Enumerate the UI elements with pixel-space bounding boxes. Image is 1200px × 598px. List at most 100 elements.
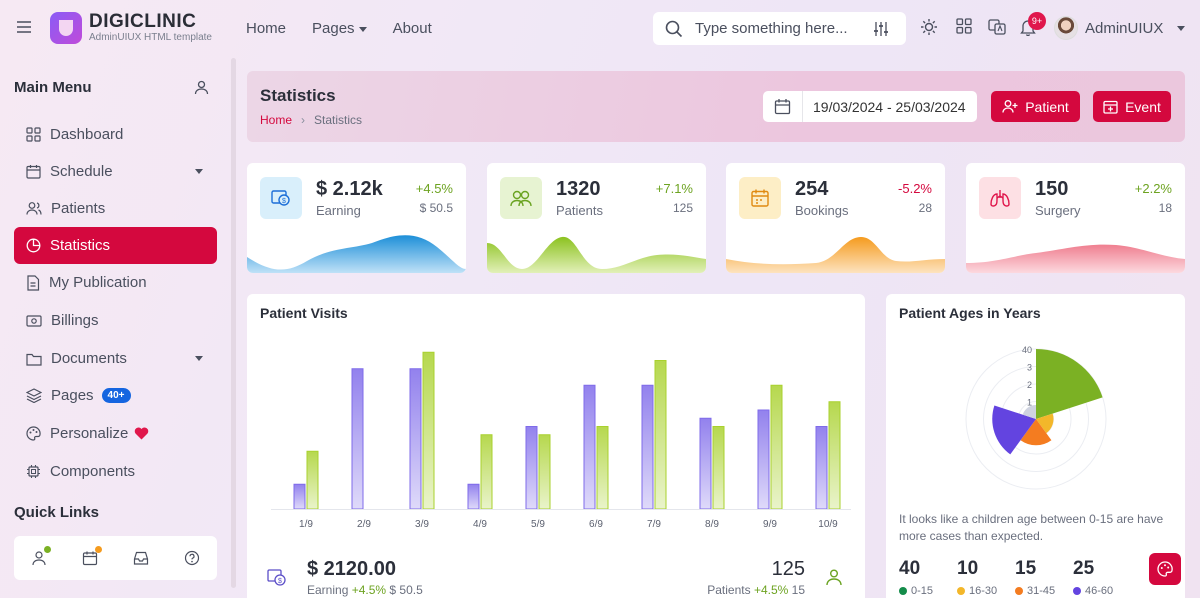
sidebar-item-statistics[interactable]: Statistics (14, 227, 217, 264)
sidebar-item-personalize[interactable]: Personalize (14, 415, 217, 452)
sidebar-item-billings[interactable]: Billings (14, 302, 217, 339)
legend-dot (899, 587, 907, 595)
calendar-icon (739, 177, 781, 219)
grid-icon (26, 127, 41, 142)
main-menu-title: Main Menu (14, 79, 92, 96)
sidebar-item-patients[interactable]: Patients (14, 190, 217, 227)
layers-icon (26, 388, 42, 403)
chevron-down-icon (195, 169, 203, 174)
bar-9-9-series-1[interactable] (757, 409, 770, 510)
top-header: DIGICLINIC AdminUIUX HTML template Home … (0, 0, 1200, 58)
sidebar-scrollbar[interactable] (231, 58, 236, 588)
nav-pages[interactable]: Pages (312, 20, 367, 37)
translate-icon[interactable] (988, 18, 1008, 38)
visits-patients-line: Patients +4.5% 15 (707, 583, 805, 597)
bar-1-9-series-2[interactable] (306, 450, 319, 510)
legend-label: 16-30 (969, 585, 998, 597)
sidebar-item-label: Billings (51, 312, 99, 329)
stat-value: 254 (795, 178, 829, 200)
nav-home[interactable]: Home (246, 20, 286, 37)
bar-5-9-series-2[interactable] (538, 434, 551, 510)
add-event-button[interactable]: Event (1093, 91, 1171, 122)
bar-8-9-series-1[interactable] (699, 417, 712, 510)
date-range-picker[interactable]: 19/03/2024 - 25/03/2024 (763, 91, 977, 122)
bar-3-9-series-1[interactable] (409, 368, 422, 510)
bar-3-9-series-2[interactable] (422, 351, 435, 510)
theme-settings-button[interactable] (1149, 553, 1181, 585)
legend-item: 10 16-30 (957, 558, 1013, 597)
bar-4-9-series-1[interactable] (467, 483, 480, 510)
legend-item: 25 46-60 (1073, 558, 1129, 597)
stat-card-bookings[interactable]: 254 Bookings -5.2% 28 (726, 163, 945, 273)
money-icon: $ (267, 567, 287, 587)
stat-card-patients[interactable]: 1320 Patients +7.1% 125 (487, 163, 706, 273)
user-menu[interactable]: AdminUIUX (1054, 16, 1186, 40)
bar-6-9-series-1[interactable] (583, 384, 596, 510)
quick-link-inbox[interactable] (131, 548, 151, 568)
x-tick-label: 7/9 (647, 519, 661, 530)
sidebar-item-my-publication[interactable]: My Publication (14, 264, 217, 301)
sidebar-item-label: Pages (51, 387, 94, 404)
stat-change: -5.2% (898, 181, 932, 196)
nav-about[interactable]: About (393, 20, 432, 37)
bar-8-9-series-2[interactable] (712, 426, 725, 510)
stat-card-surgery[interactable]: 150 Surgery +2.2% 18 (966, 163, 1185, 273)
sun-icon[interactable] (920, 18, 940, 38)
bar-4-9-series-2[interactable] (480, 434, 493, 510)
search-input[interactable] (695, 20, 855, 37)
money-icon (26, 314, 42, 327)
money-icon: $ (260, 177, 302, 219)
patients-sparkline (487, 236, 706, 273)
bar-10-9-series-1[interactable] (815, 426, 828, 510)
date-range-value: 19/03/2024 - 25/03/2024 (813, 98, 966, 115)
bar-6-9-series-2[interactable] (596, 426, 609, 510)
patient-ages-chart: 40 3 2 1 (965, 345, 1107, 490)
bar-2-9-series-1[interactable] (351, 368, 364, 510)
add-patient-button[interactable]: Patient (991, 91, 1080, 122)
bar-1-9-series-1[interactable] (293, 483, 306, 510)
search-icon[interactable] (665, 20, 683, 38)
online-dot (44, 546, 52, 553)
bar-5-9-series-1[interactable] (525, 426, 538, 510)
legend-label: 31-45 (1027, 585, 1056, 597)
legend-dot (1073, 587, 1081, 595)
svg-text:$: $ (282, 198, 286, 205)
stat-sub: 18 (1158, 201, 1172, 215)
bar-10-9-series-2[interactable] (828, 401, 841, 510)
quick-link-profile[interactable] (29, 546, 52, 568)
stat-value: 1320 (556, 178, 601, 200)
quick-link-help[interactable] (182, 548, 202, 568)
stat-card-earning[interactable]: $ $ 2.12k Earning +4.5% $ 50.5 (247, 163, 466, 273)
user-name: AdminUIUX (1085, 19, 1164, 37)
legend-item: 40 0-15 (899, 558, 955, 597)
bar-7-9-series-1[interactable] (641, 384, 654, 510)
top-nav: Home Pages About (246, 20, 432, 37)
bar-9-9-series-2[interactable] (770, 384, 783, 510)
patients-label: Patients (707, 583, 751, 597)
stat-change: +4.5% (415, 181, 453, 196)
apps-grid-icon[interactable] (956, 18, 976, 38)
stat-sub: 125 (672, 201, 693, 215)
visits-earning-line: Earning +4.5% $ 50.5 (307, 583, 423, 597)
user-icon (825, 568, 843, 586)
breadcrumb-home[interactable]: Home (260, 113, 292, 127)
quick-link-calendar[interactable] (80, 546, 103, 568)
bar-7-9-series-2[interactable] (654, 360, 667, 510)
legend-value: 25 (1073, 558, 1095, 579)
sidebar-item-components[interactable]: Components (14, 453, 217, 490)
filter-sliders-icon[interactable] (873, 21, 889, 37)
sidebar-item-dashboard[interactable]: Dashboard (14, 116, 217, 153)
help-icon (184, 550, 199, 566)
stat-label: Surgery (1035, 203, 1081, 218)
user-icon[interactable] (194, 80, 209, 95)
menu-toggle-icon[interactable] (16, 20, 36, 38)
search-box (653, 12, 906, 45)
earning-sparkline (247, 235, 466, 273)
sidebar-item-pages[interactable]: Pages 40+ (14, 377, 217, 414)
x-tick-label: 9/9 (763, 519, 777, 530)
sidebar-item-documents[interactable]: Documents (14, 340, 217, 377)
calendar-icon (26, 165, 41, 179)
sidebar-item-schedule[interactable]: Schedule (14, 153, 217, 190)
brand[interactable]: DIGICLINIC AdminUIUX HTML template (50, 12, 212, 44)
patients-sub: 15 (791, 583, 805, 597)
